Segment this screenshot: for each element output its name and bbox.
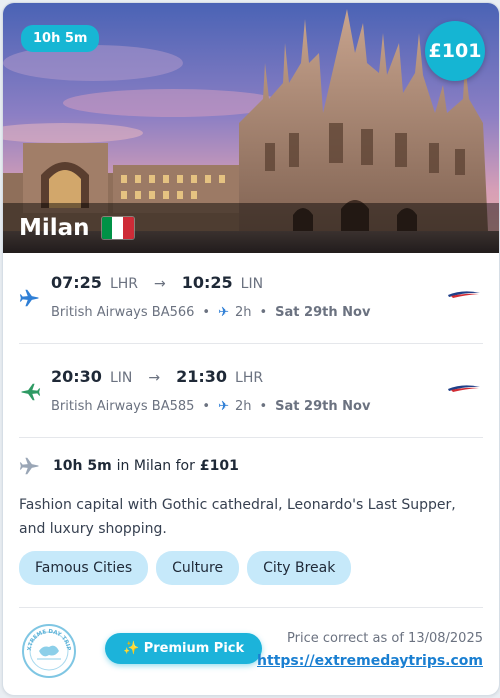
plane-icon <box>19 457 39 475</box>
divider <box>19 437 483 438</box>
stay-duration: 10h 5m <box>53 458 112 474</box>
stay-text: in Milan for <box>116 458 195 474</box>
departure-airport: LIN <box>109 370 133 386</box>
british-airways-logo-icon <box>448 385 480 392</box>
tag-culture[interactable]: Culture <box>156 551 240 585</box>
flight-outbound[interactable]: 07:25 LHR → 10:25 LIN British Airways BA… <box>3 253 499 343</box>
flight-date: Sat 29th Nov <box>275 399 371 414</box>
arrival-airport: LIN <box>240 276 264 292</box>
divider <box>19 607 483 608</box>
departure-time: 20:30 <box>51 367 102 386</box>
duration-badge: 10h 5m <box>21 25 100 52</box>
flight-times: 20:30 LIN → 21:30 LHR <box>51 367 263 386</box>
airline-flight: British Airways BA566 <box>51 305 195 320</box>
arrow-right-icon: → <box>154 276 166 292</box>
premium-pick-badge[interactable]: ✨ Premium Pick <box>105 633 263 664</box>
small-plane-icon: ✈ <box>218 399 229 414</box>
city-title: Milan <box>19 215 134 241</box>
arrival-time: 10:25 <box>181 273 233 292</box>
flight-return[interactable]: 20:30 LIN → 21:30 LHR British Airways BA… <box>3 347 499 437</box>
divider <box>19 343 483 344</box>
airline-flight: British Airways BA585 <box>51 399 195 414</box>
tag-city-break[interactable]: City Break <box>247 551 352 585</box>
arrow-right-icon: → <box>148 370 161 386</box>
stay-summary: 10h 5m in Milan for £101 <box>19 455 239 477</box>
extreme-day-trips-logo: EXTREME DAY TRIPS <box>21 623 76 678</box>
website-link[interactable]: https://extremedaytrips.com <box>257 653 483 669</box>
small-plane-icon: ✈ <box>218 305 229 320</box>
tag-famous-cities[interactable]: Famous Cities <box>19 551 149 585</box>
italy-flag-icon <box>101 217 134 239</box>
hero-image: 10h 5m £101 Milan <box>3 3 499 253</box>
flight-duration: 2h <box>234 399 252 414</box>
price-badge: £101 <box>425 21 485 81</box>
flight-meta: British Airways BA566 • ✈ 2h • Sat 29th … <box>51 305 371 320</box>
price-note: Price correct as of 13/08/2025 <box>287 631 483 646</box>
flight-meta: British Airways BA585 • ✈ 2h • Sat 29th … <box>51 399 371 414</box>
city-name: Milan <box>19 215 90 241</box>
stay-price: £101 <box>199 458 239 474</box>
destination-description: Fashion capital with Gothic cathedral, L… <box>19 497 456 537</box>
departure-airport: LHR <box>109 276 138 292</box>
tag-list: Famous Cities Culture City Break <box>19 551 352 585</box>
flight-duration: 2h <box>234 305 252 320</box>
departure-time: 07:25 <box>51 273 102 292</box>
arrival-time: 21:30 <box>176 367 228 386</box>
british-airways-logo-icon <box>448 291 480 298</box>
flight-times: 07:25 LHR → 10:25 LIN <box>51 273 263 292</box>
deal-card[interactable]: 10h 5m £101 Milan 07:25 LHR → 10:25 LIN … <box>2 2 500 696</box>
plane-departure-icon <box>19 289 39 307</box>
plane-return-icon <box>21 383 41 401</box>
arrival-airport: LHR <box>235 370 264 386</box>
flight-date: Sat 29th Nov <box>275 305 371 320</box>
